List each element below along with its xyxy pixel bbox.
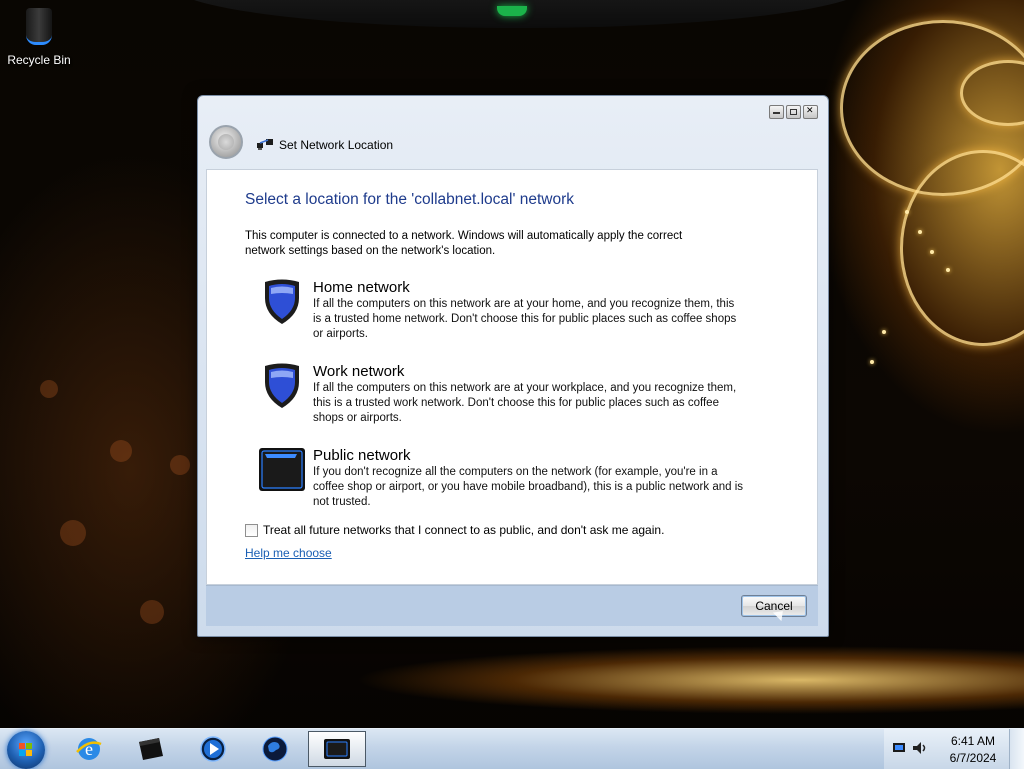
taskbar-dark-window-app[interactable]: [122, 731, 180, 767]
option-description: If you don't recognize all the computers…: [313, 466, 744, 508]
show-desktop-button[interactable]: [1009, 729, 1024, 769]
start-button[interactable]: [7, 731, 45, 769]
wallpaper-spark: [882, 330, 886, 334]
main-instruction: Select a location for the 'collabnet.loc…: [245, 191, 575, 208]
wallpaper-bokeh: [110, 440, 132, 462]
minimize-icon: [773, 112, 780, 114]
network-icon: [257, 139, 273, 150]
clock-date: 6/7/2024: [949, 751, 997, 765]
option-description: If all the computers on this network are…: [313, 298, 737, 340]
internet-explorer-icon: e: [76, 738, 102, 760]
help-me-choose-link[interactable]: Help me choose: [245, 546, 332, 560]
media-player-icon: [200, 736, 226, 762]
option-title: Work network: [313, 363, 405, 380]
taskbar-globe[interactable]: [246, 731, 304, 767]
option-title: Public network: [313, 447, 411, 464]
minimize-button[interactable]: [769, 105, 784, 119]
home-network-option[interactable]: Home network If all the computers on thi…: [257, 273, 767, 345]
maximize-icon: [790, 109, 797, 115]
home-network-shield-icon: [265, 279, 299, 324]
maximize-button[interactable]: [786, 105, 801, 119]
taskbar-media-player[interactable]: [184, 731, 242, 767]
taskbar-clock[interactable]: 6:41 AM 6/7/2024: [940, 733, 1006, 767]
work-network-option[interactable]: Work network If all the computers on thi…: [257, 357, 767, 429]
wallpaper-bokeh: [40, 380, 58, 398]
dialog-content: Select a location for the 'collabnet.loc…: [206, 169, 818, 585]
work-network-shield-icon: [265, 363, 299, 408]
wallpaper-spark: [870, 360, 874, 364]
checkbox-label: Treat all future networks that I connect…: [263, 523, 665, 537]
close-icon: ✕: [806, 106, 814, 116]
clock-time: 6:41 AM: [950, 734, 996, 748]
dialog-title: Set Network Location: [279, 138, 394, 152]
close-button[interactable]: ✕: [803, 105, 818, 119]
public-network-option[interactable]: Public network If you don't recognize al…: [257, 441, 767, 513]
set-network-location-dialog: ✕ Set Network Location Select a location…: [197, 95, 829, 637]
windows-logo-icon: [19, 743, 32, 756]
public-network-bench-icon: [259, 448, 305, 491]
wallpaper-spark: [905, 210, 909, 214]
wallpaper-spark: [918, 230, 922, 234]
wallpaper-bokeh: [170, 455, 190, 475]
taskbar-internet-explorer[interactable]: e: [60, 731, 118, 767]
wallpaper-bokeh: [60, 520, 86, 546]
wallpaper-bokeh: [140, 600, 164, 624]
desktop-icon-label: Recycle Bin: [7, 53, 71, 67]
dark-window-app-icon: [139, 738, 163, 760]
window-controls: ✕: [769, 105, 818, 119]
network-location-app-icon: [324, 739, 350, 759]
volume-tray-icon[interactable]: [912, 741, 928, 755]
desktop-icon-recycle-bin[interactable]: Recycle Bin: [4, 6, 74, 67]
wallpaper-spark: [930, 250, 934, 254]
back-button[interactable]: [209, 125, 243, 159]
recycle-bin-icon: [26, 8, 52, 45]
wallpaper-spark: [946, 268, 950, 272]
option-description: If all the computers on this network are…: [313, 382, 737, 424]
option-title: Home network: [313, 279, 410, 296]
taskbar: e 6:41 AM 6/7/2024: [0, 728, 1024, 769]
public-networks-checkbox-row[interactable]: Treat all future networks that I connect…: [245, 523, 664, 537]
globe-icon: [262, 736, 288, 762]
treat-as-public-checkbox[interactable]: [245, 523, 258, 537]
dialog-footer: Cancel: [206, 585, 818, 626]
taskbar-network-location[interactable]: [308, 731, 366, 767]
network-tray-icon[interactable]: [892, 741, 908, 755]
intro-text: This computer is connected to a network.…: [245, 230, 683, 257]
wallpaper-green-light: [497, 6, 527, 16]
